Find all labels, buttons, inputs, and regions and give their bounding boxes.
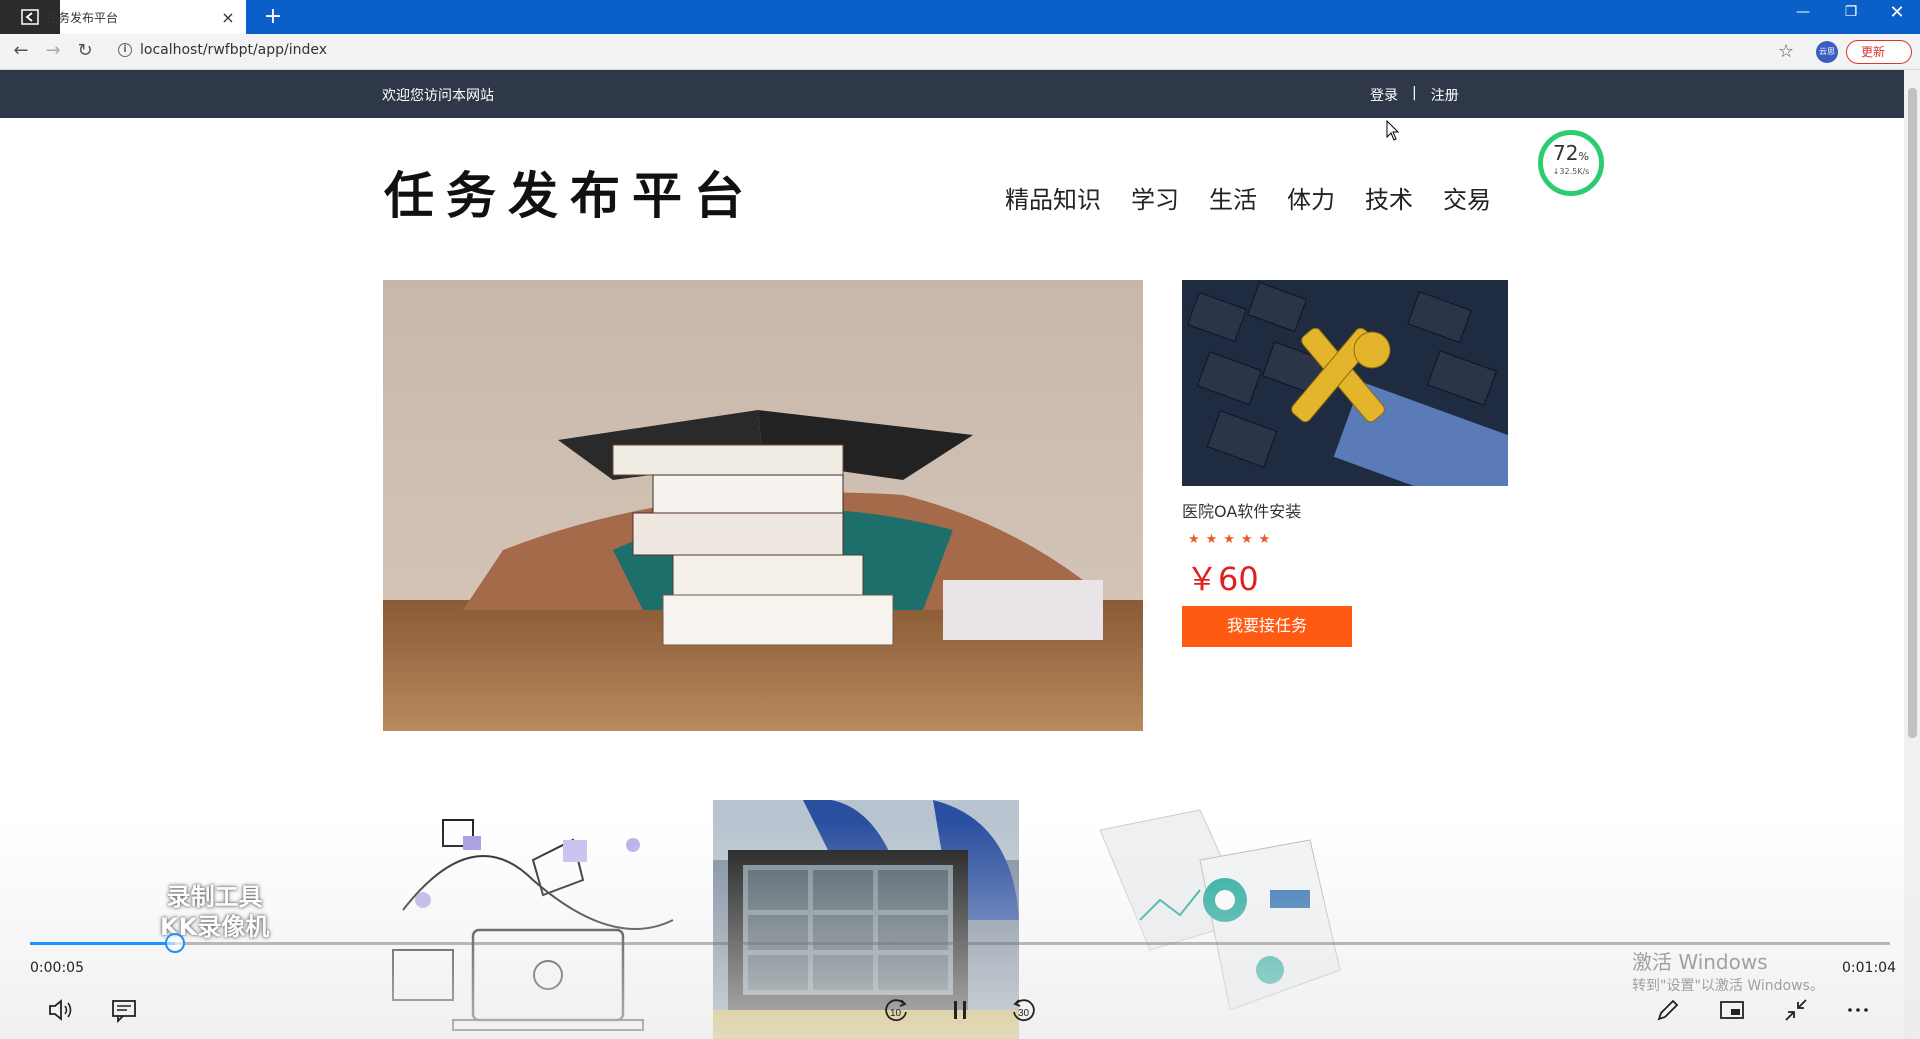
progress-bar[interactable] [30, 933, 1890, 953]
new-tab-button[interactable]: + [260, 4, 286, 29]
rating-stars: ★★★★★ [1188, 532, 1277, 547]
nav-item-trade[interactable]: 交易 [1443, 180, 1491, 215]
progress-knob[interactable] [165, 933, 186, 953]
nav-item-premium-knowledge[interactable]: 精品知识 [1005, 180, 1101, 215]
reload-icon[interactable]: ↻ [72, 40, 98, 64]
speed-percent: 72% [1553, 141, 1589, 165]
progress-fill [30, 942, 176, 945]
subtitles-icon[interactable] [106, 996, 142, 1026]
browser-tab-bar: 任务发布平台 × + — ❐ ✕ [0, 0, 1920, 34]
login-link[interactable]: 登录 [1370, 85, 1398, 105]
network-speed-widget[interactable]: 72% ↓32.5K/s [1538, 130, 1604, 196]
more-options-icon[interactable] [1840, 996, 1876, 1026]
nav-item-life[interactable]: 生活 [1209, 180, 1257, 215]
bookmark-star-icon[interactable]: ☆ [1778, 41, 1794, 62]
auth-links: 登录 | 注册 [1370, 85, 1459, 105]
windows-activation-notice: 激活 Windows 转到"设置"以激活 Windows。 [1632, 950, 1824, 994]
close-window-icon[interactable]: ✕ [1882, 2, 1912, 23]
back-icon[interactable]: ← [8, 40, 34, 64]
scrollbar-thumb[interactable] [1908, 88, 1917, 738]
screen: 任务发布平台 × + — ❐ ✕ ← → ↻ i localhost/rwfbp… [0, 0, 1920, 1039]
volume-icon[interactable] [42, 996, 78, 1026]
edit-pencil-icon[interactable] [1650, 996, 1686, 1026]
register-link[interactable]: 注册 [1431, 85, 1459, 105]
mini-view-icon[interactable] [1714, 996, 1750, 1026]
url-field[interactable]: i localhost/rwfbpt/app/index [118, 42, 327, 58]
restore-icon[interactable]: ❐ [1836, 4, 1866, 20]
nav-item-study[interactable]: 学习 [1131, 180, 1179, 215]
site-logo[interactable]: 任务发布平台 [384, 156, 756, 228]
rewind-10-icon[interactable]: 10 [878, 996, 914, 1026]
mouse-cursor-icon [1386, 120, 1400, 141]
address-bar: ← → ↻ i localhost/rwfbpt/app/index ☆ 云思 … [0, 34, 1920, 70]
task-image[interactable] [1182, 280, 1508, 486]
current-time: 0:00:05 [30, 960, 84, 976]
task-price: ￥60 [1186, 560, 1259, 598]
hero-banner-image[interactable] [383, 280, 1143, 731]
main-nav: 精品知识 学习 生活 体力 技术 交易 [1005, 180, 1491, 215]
tab-close-icon[interactable]: × [216, 8, 240, 27]
profile-avatar[interactable]: 云思 [1816, 41, 1838, 63]
forward-30-icon[interactable]: 30 [1006, 996, 1042, 1026]
url-text: localhost/rwfbpt/app/index [140, 42, 328, 58]
svg-text:30: 30 [1018, 1008, 1030, 1019]
site-info-icon[interactable]: i [118, 43, 132, 57]
exit-fullscreen-icon[interactable] [1778, 996, 1814, 1026]
total-time: 0:01:04 [1842, 960, 1896, 976]
task-title[interactable]: 医院OA软件安装 [1182, 498, 1301, 522]
auth-separator: | [1412, 85, 1417, 101]
forward-icon[interactable]: → [40, 40, 66, 64]
pause-icon[interactable] [942, 996, 978, 1026]
nav-item-tech[interactable]: 技术 [1365, 180, 1413, 215]
minimize-icon[interactable]: — [1788, 4, 1818, 20]
nav-item-physical[interactable]: 体力 [1287, 180, 1335, 215]
update-button[interactable]: 更新 [1846, 40, 1912, 64]
browser-tab[interactable]: 任务发布平台 × [0, 0, 246, 34]
svg-text:10: 10 [890, 1008, 902, 1019]
speed-rate: ↓32.5K/s [1552, 167, 1590, 176]
accept-task-button[interactable]: 我要接任务 [1182, 606, 1352, 647]
welcome-text: 欢迎您访问本网站 [382, 88, 494, 104]
site-top-strip: 欢迎您访问本网站 登录 | 注册 [0, 70, 1904, 118]
tab-title: 任务发布平台 [46, 10, 119, 25]
